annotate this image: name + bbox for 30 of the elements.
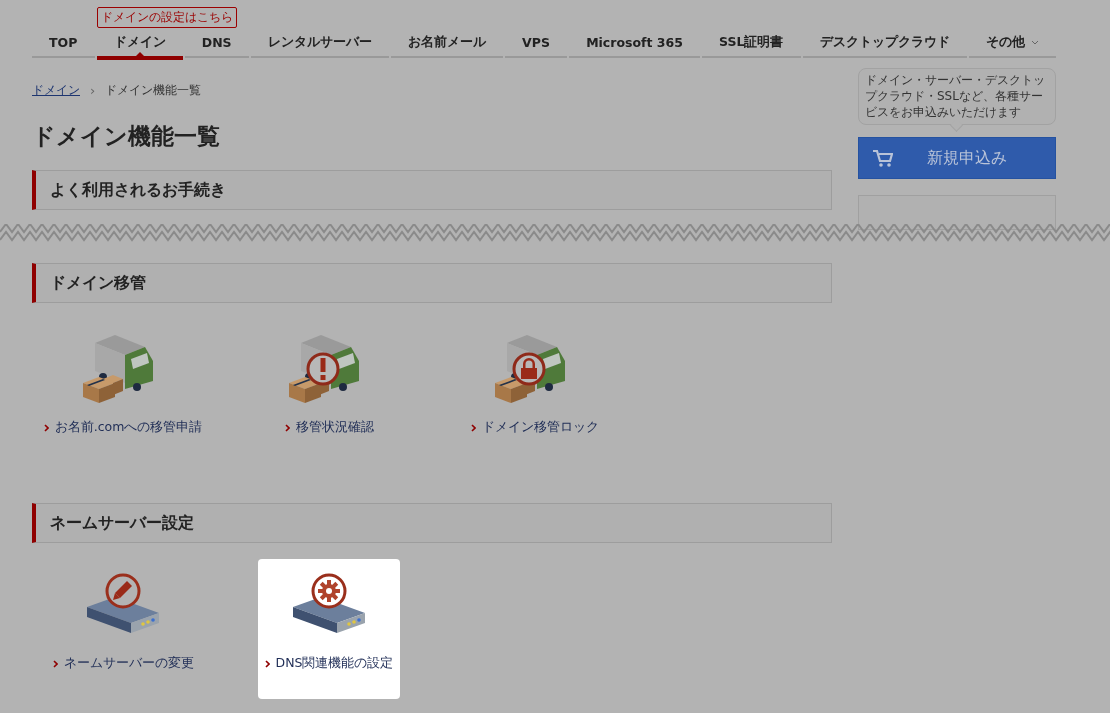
breadcrumb-current: ドメイン機能一覧 bbox=[105, 82, 202, 99]
service-item[interactable]: ドメイン移管ロック bbox=[464, 319, 606, 459]
nav-tab[interactable]: SSL証明書 bbox=[702, 28, 801, 58]
cart-icon bbox=[873, 149, 893, 168]
nav-tab[interactable]: お名前メール bbox=[390, 28, 504, 58]
chevron-icon bbox=[284, 423, 290, 432]
info-bubble: ドメイン・サーバー・デスクトップクラウド・SSLなど、各種サービスをお申込みいただけます bbox=[858, 68, 1056, 125]
nav-tab[interactable]: デスクトップクラウド bbox=[802, 28, 967, 58]
nav-tab[interactable]: TOP bbox=[32, 28, 95, 58]
nav-tab[interactable]: レンタルサーバー bbox=[250, 28, 389, 58]
chevron-icon bbox=[43, 423, 49, 432]
section-heading: よく利用されるお手続き bbox=[32, 170, 832, 210]
chevron-icon bbox=[471, 423, 476, 432]
nav-tab[interactable]: Microsoft 365 bbox=[569, 28, 700, 58]
section-heading: ドメイン移管 bbox=[32, 263, 832, 303]
nav-tab[interactable]: その他 bbox=[968, 28, 1056, 58]
chevron-icon bbox=[52, 659, 58, 668]
service-item[interactable]: ネームサーバーの変更 bbox=[48, 559, 198, 699]
nav-tab[interactable]: VPS bbox=[505, 28, 568, 58]
breadcrumb-link[interactable]: ドメイン bbox=[32, 82, 80, 99]
service-item[interactable]: お名前.comへの移管申請 bbox=[39, 319, 207, 459]
service-item[interactable]: 移管状況確認 bbox=[258, 319, 400, 459]
section-heading: ネームサーバー設定 bbox=[32, 503, 832, 543]
breadcrumb-separator: › bbox=[90, 83, 96, 98]
chevron-icon bbox=[264, 659, 270, 668]
new-application-button[interactable]: 新規申込み bbox=[858, 137, 1056, 180]
tooltip: ドメインの設定はこちら bbox=[96, 7, 237, 28]
highlighted-service-card[interactable]: DNS関連機能の設定 bbox=[258, 559, 400, 699]
page-title: ドメイン機能一覧 bbox=[32, 122, 221, 151]
nav-tab[interactable]: DNS bbox=[184, 28, 249, 58]
